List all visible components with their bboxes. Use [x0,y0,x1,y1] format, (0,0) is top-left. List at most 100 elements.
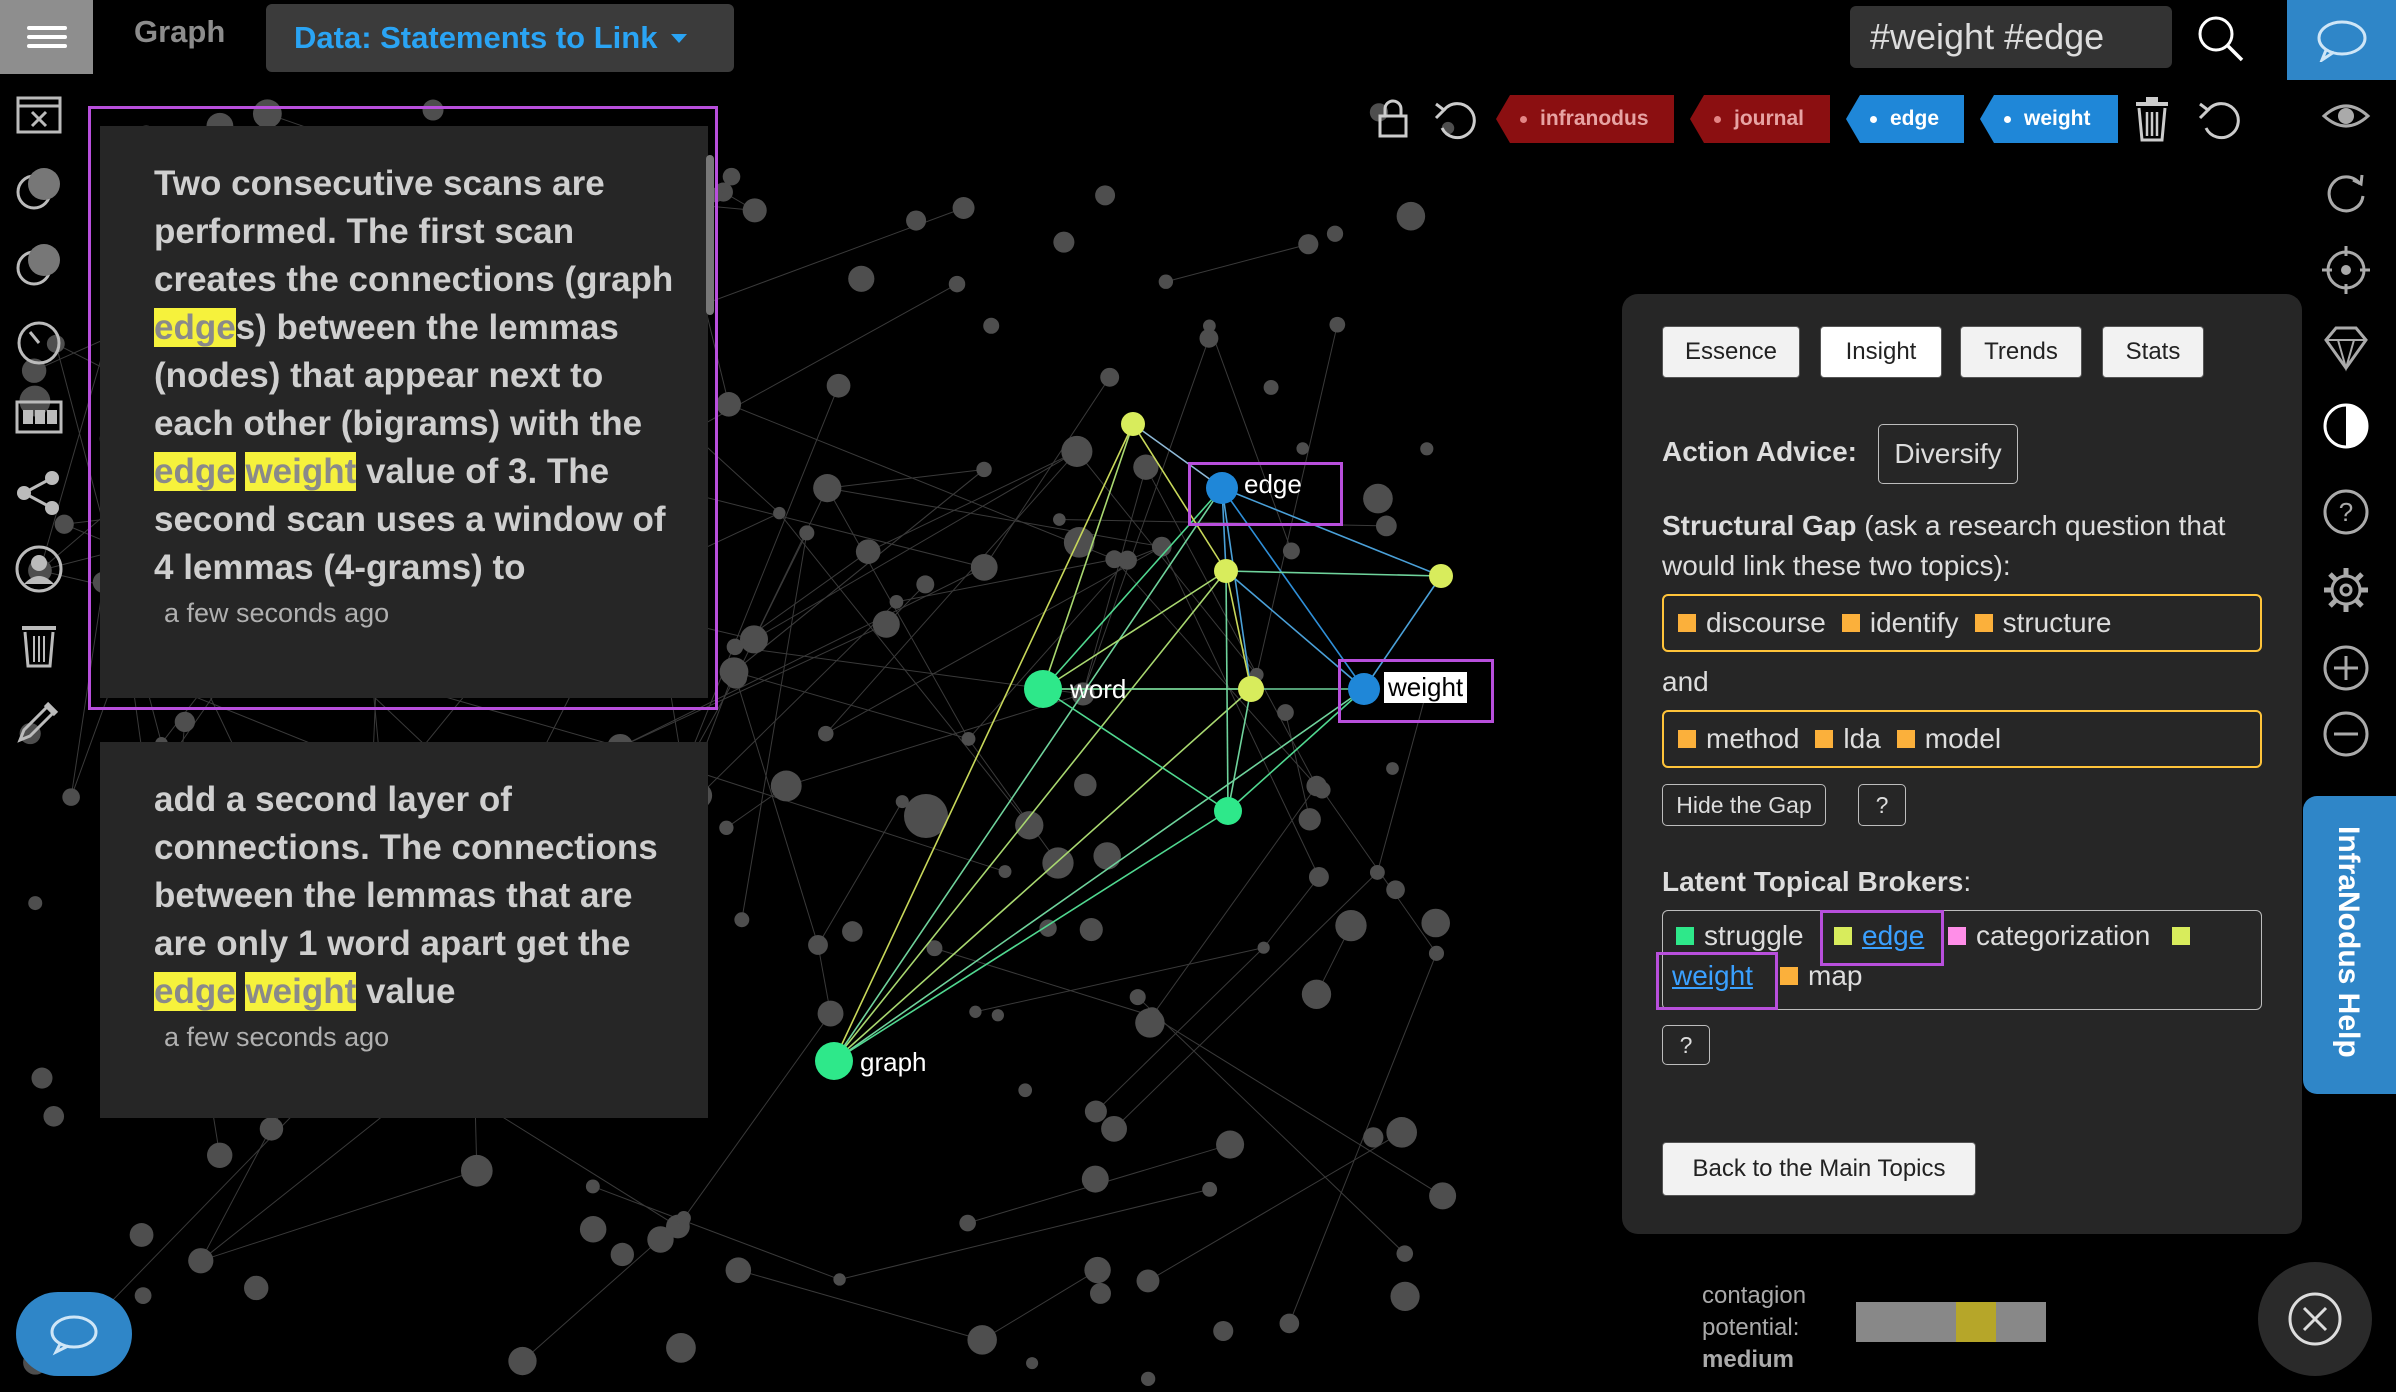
graph-node [1061,435,1093,467]
gear-icon[interactable] [2320,564,2372,616]
graph-node [508,1346,537,1376]
timer-icon[interactable] [14,316,64,366]
contrast-icon[interactable] [2320,400,2372,452]
overlap-circles-icon[interactable] [14,164,64,214]
graph-node [1026,1357,1039,1370]
graph-node [579,1215,607,1243]
tab-insight[interactable]: Insight [1820,326,1942,378]
diamond-icon[interactable] [2320,322,2372,374]
node-label-graph[interactable]: graph [860,1047,927,1078]
brokers-help-button[interactable]: ? [1662,1025,1710,1065]
tab-trends[interactable]: Trends [1960,326,2082,378]
graph-node [188,1248,214,1274]
graph-node [1216,1130,1245,1159]
graph-node [1129,989,1146,1006]
delete-icon[interactable] [14,620,64,670]
graph-node [1277,704,1294,721]
graph-node [773,506,786,520]
graph-node [1326,225,1344,242]
exclude-icon[interactable] [14,90,64,140]
zoom-out-icon[interactable] [2320,708,2372,760]
graph-node [1296,442,1309,455]
reset-icon[interactable] [2196,96,2244,147]
graph-node [585,1179,600,1194]
zoom-in-icon[interactable] [2320,642,2372,694]
node-label-word[interactable]: word [1070,674,1126,705]
graph-node [1095,185,1116,206]
search-icon[interactable] [2196,14,2246,69]
infranodus-help-tab[interactable]: InfraNodus Help [2303,796,2396,1094]
tab-essence[interactable]: Essence [1662,326,1800,378]
graph-node [1084,1256,1111,1284]
graph-node [724,665,748,689]
lock-icon[interactable] [1376,98,1410,145]
search-input[interactable] [1850,6,2172,68]
tag-infranodus[interactable]: infranodus [1496,95,1674,143]
graph-node [1199,328,1219,348]
graph-node [1429,1182,1457,1210]
overlap-circles-icon-2[interactable] [14,240,64,290]
graph-node [1369,864,1385,880]
target-icon[interactable] [2320,244,2372,296]
graph-node [1363,483,1393,514]
eye-icon[interactable] [2320,90,2372,142]
selected-node-edge [1188,462,1343,526]
graph-node [1390,1281,1420,1311]
back-to-main-topics-button[interactable]: Back to the Main Topics [1662,1142,1976,1196]
broker-struggle[interactable]: struggle [1672,920,1804,952]
graph-node [1396,201,1426,231]
graph-node [1140,1371,1156,1386]
chat-support-button[interactable] [16,1292,132,1376]
user-icon[interactable] [14,544,64,594]
graph-node [1084,1100,1107,1123]
highlight-edge[interactable]: edge [154,972,236,1011]
graph-node [889,594,904,609]
dataset-dropdown[interactable]: Data: Statements to Link [266,4,734,72]
graph-node [967,1325,997,1355]
graph-node [1135,1008,1165,1038]
graph-node [848,265,875,292]
gap-topic-2[interactable]: method lda model [1662,710,2262,768]
graph-node [1081,1165,1109,1193]
graph-node [1015,811,1044,840]
tab-stats[interactable]: Stats [2102,326,2204,378]
chat-button[interactable] [2287,0,2396,80]
hamburger-menu-button[interactable] [0,0,93,74]
close-icon [2288,1292,2342,1346]
graph-node [1079,918,1103,942]
chevron-down-icon [671,33,688,43]
graph-node [1105,550,1124,569]
contagion-meter [1856,1302,2046,1342]
graph-node [207,1142,233,1168]
contagion-potential: contagion potential: medium [1702,1282,1807,1373]
tag-weight[interactable]: weight [1980,95,2118,143]
graph-node [1053,231,1075,253]
hide-gap-button[interactable]: Hide the Gap [1662,784,1826,826]
broker-categorization[interactable]: categorization [1944,920,2200,952]
eyedropper-icon[interactable] [14,696,64,746]
gap-help-button[interactable]: ? [1858,784,1906,826]
graph-node [959,1214,976,1232]
graph-node [872,610,900,638]
graph-tab[interactable]: Graph [134,14,225,50]
help-icon[interactable]: ? [2320,486,2372,538]
trash-icon[interactable] [2134,96,2170,147]
graph-node [818,725,834,742]
tag-journal[interactable]: journal [1690,95,1830,143]
gap-topic-1[interactable]: discourse identify structure [1662,594,2262,652]
graph-node [742,198,767,223]
highlight-weight[interactable]: weight [245,972,357,1011]
graph-node [28,896,43,911]
graph-node [734,912,750,928]
selected-broker-edge [1820,910,1944,966]
film-icon[interactable] [14,392,64,442]
tag-edge[interactable]: edge [1846,95,1964,143]
graph-node [31,1067,53,1089]
refresh-icon[interactable] [2320,166,2372,218]
statement-card-2[interactable]: add a second layer of connections. The c… [100,742,708,1118]
share-icon[interactable] [14,468,64,518]
action-advice-button[interactable]: Diversify [1878,424,2018,484]
graph-node [610,1242,635,1267]
undo-icon[interactable] [1432,96,1480,147]
close-button[interactable] [2258,1262,2372,1376]
